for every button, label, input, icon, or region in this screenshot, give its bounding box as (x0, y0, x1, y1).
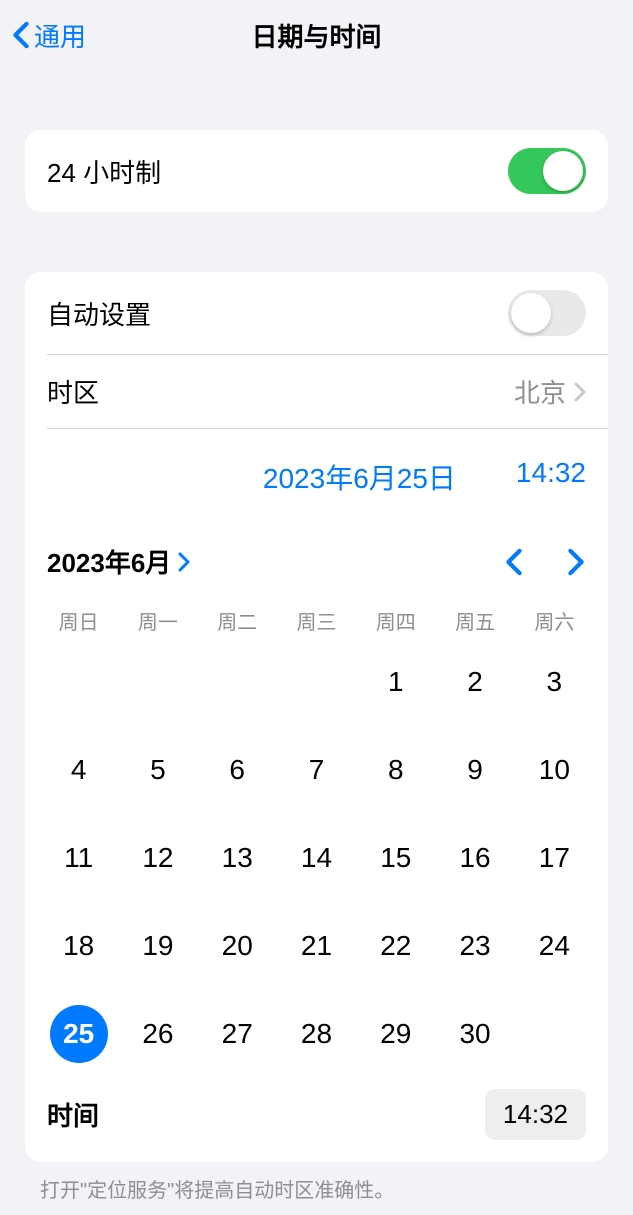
chevron-right-icon (566, 548, 586, 576)
twenty-four-hour-row: 24 小时制 (25, 130, 608, 212)
back-label: 通用 (34, 17, 86, 54)
time-picker-button[interactable]: 14:32 (485, 1089, 586, 1140)
next-month-button[interactable] (566, 548, 586, 576)
toggle-knob (511, 293, 551, 333)
day-cell[interactable]: 29 (356, 1007, 435, 1061)
timezone-row[interactable]: 时区 北京 (25, 355, 608, 428)
day-cell[interactable]: 15 (356, 831, 435, 885)
weekday-header: 周六 (515, 602, 594, 639)
day-cell[interactable]: 11 (39, 831, 118, 885)
chevron-right-icon (574, 382, 586, 402)
day-cell[interactable]: 3 (515, 655, 594, 709)
day-cell[interactable]: 19 (118, 919, 197, 973)
weekday-header: 周二 (198, 602, 277, 639)
prev-month-button[interactable] (504, 548, 524, 576)
day-cell[interactable]: 13 (198, 831, 277, 885)
selected-time-display[interactable]: 14:32 (516, 457, 586, 497)
day-cell[interactable]: 2 (435, 655, 514, 709)
day-cell-empty (198, 655, 277, 709)
day-cell[interactable]: 17 (515, 831, 594, 885)
back-button[interactable]: 通用 (12, 17, 86, 54)
weekday-header: 周日 (39, 602, 118, 639)
day-cell[interactable]: 25 (39, 1007, 118, 1061)
selected-date-display[interactable]: 2023年6月25日 (263, 457, 456, 497)
day-cell[interactable]: 28 (277, 1007, 356, 1061)
day-cell[interactable]: 20 (198, 919, 277, 973)
day-cell[interactable]: 18 (39, 919, 118, 973)
month-selector[interactable]: 2023年6月 (47, 543, 191, 580)
day-cell[interactable]: 27 (198, 1007, 277, 1061)
weekday-header: 周三 (277, 602, 356, 639)
day-cell-empty (39, 655, 118, 709)
month-label-text: 2023年6月 (47, 543, 171, 580)
day-cell[interactable]: 8 (356, 743, 435, 797)
weekday-header: 周四 (356, 602, 435, 639)
timezone-label: 时区 (47, 373, 99, 410)
day-cell[interactable]: 21 (277, 919, 356, 973)
day-cell[interactable]: 1 (356, 655, 435, 709)
toggle-knob (543, 151, 583, 191)
day-cell[interactable]: 4 (39, 743, 118, 797)
day-cell[interactable]: 22 (356, 919, 435, 973)
page-title: 日期与时间 (251, 17, 381, 54)
timezone-value: 北京 (514, 373, 566, 410)
day-cell[interactable]: 23 (435, 919, 514, 973)
day-cell-empty (277, 655, 356, 709)
day-cell[interactable]: 16 (435, 831, 514, 885)
twenty-four-hour-toggle[interactable] (508, 148, 586, 194)
day-cell[interactable]: 14 (277, 831, 356, 885)
day-cell[interactable]: 26 (118, 1007, 197, 1061)
footer-note: 打开"定位服务"将提高自动时区准确性。 (0, 1162, 633, 1215)
weekday-header: 周五 (435, 602, 514, 639)
day-cell[interactable]: 9 (435, 743, 514, 797)
auto-set-toggle[interactable] (508, 290, 586, 336)
day-cell[interactable]: 10 (515, 743, 594, 797)
weekday-header: 周一 (118, 602, 197, 639)
day-cell[interactable]: 6 (198, 743, 277, 797)
chevron-right-icon (177, 552, 191, 572)
auto-set-label: 自动设置 (47, 295, 151, 332)
time-label: 时间 (47, 1096, 99, 1133)
auto-set-row: 自动设置 (25, 272, 608, 354)
day-cell[interactable]: 7 (277, 743, 356, 797)
day-cell[interactable]: 30 (435, 1007, 514, 1061)
day-cell[interactable]: 12 (118, 831, 197, 885)
chevron-left-icon (12, 21, 30, 49)
day-cell-empty (118, 655, 197, 709)
chevron-left-icon (504, 548, 524, 576)
twenty-four-hour-label: 24 小时制 (47, 153, 161, 190)
day-cell[interactable]: 24 (515, 919, 594, 973)
day-cell[interactable]: 5 (118, 743, 197, 797)
